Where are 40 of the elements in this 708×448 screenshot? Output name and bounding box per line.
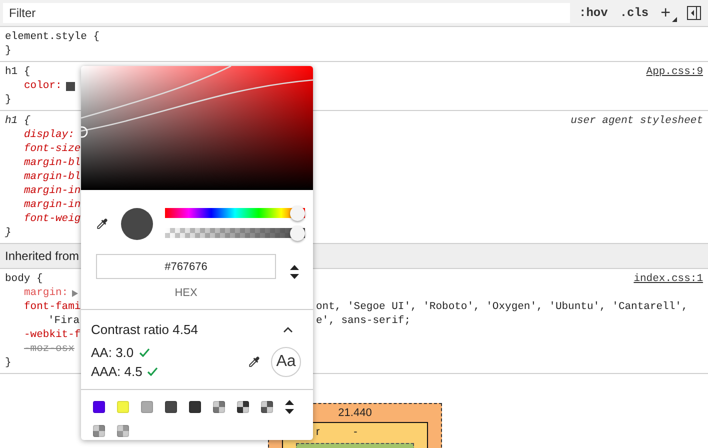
filter-field[interactable]: Filter — [3, 3, 570, 23]
closing-brace: } — [5, 227, 12, 239]
css-value: e', sans-serif; — [316, 314, 411, 328]
css-property: margin-in — [24, 184, 81, 198]
css-selector: body { — [5, 272, 43, 286]
source-link[interactable]: index.css:1 — [634, 272, 703, 286]
css-selector: element.style { — [5, 30, 100, 44]
toolbar-button[interactable]: .cls — [616, 6, 652, 20]
css-selector: h1 { — [5, 65, 30, 79]
css-property: color: — [24, 79, 62, 93]
add-rule-button[interactable]: + — [658, 3, 674, 23]
format-label: HEX — [174, 287, 198, 299]
css-property: display: — [24, 128, 74, 142]
hex-field[interactable]: #767676 — [96, 254, 276, 279]
css-property: font-weig — [24, 212, 81, 226]
css-selector: h1 { — [5, 114, 30, 128]
contrast-threshold: AA: 3.0 — [91, 345, 134, 360]
css-property: 'Fira — [48, 314, 80, 328]
css-property: margin: — [24, 286, 68, 300]
toolbar-button[interactable]: :hov — [576, 6, 611, 20]
contrast-ratio: Contrast ratio 4.54 — [91, 322, 198, 337]
closing-brace: } — [5, 94, 12, 106]
border-label: r — [316, 425, 320, 440]
margin-value: 21.440 — [338, 406, 372, 421]
closing-brace: } — [5, 45, 12, 57]
text-preview: Aa — [271, 347, 301, 377]
inherited-label: Inherited from — [5, 249, 80, 263]
css-property: font-size — [24, 142, 81, 156]
closing-brace: } — [5, 357, 12, 369]
source-link[interactable]: App.css:9 — [646, 65, 703, 79]
contrast-threshold: AAA: 4.5 — [91, 364, 142, 379]
css-property: margin-in — [24, 198, 81, 212]
css-property: font-fami — [24, 300, 81, 314]
border-value: - — [354, 425, 358, 440]
stylesheet-label: user agent stylesheet — [570, 114, 703, 128]
css-value: ont, 'Segoe UI', 'Roboto', 'Oxygen', 'Ubuntu', 'Cantarell', — [316, 300, 688, 314]
css-property: margin-bl — [24, 156, 81, 170]
css-property: -webkit-f — [24, 328, 81, 342]
css-property: -moz-osx — [24, 342, 74, 356]
css-property: margin-bl — [24, 170, 81, 184]
